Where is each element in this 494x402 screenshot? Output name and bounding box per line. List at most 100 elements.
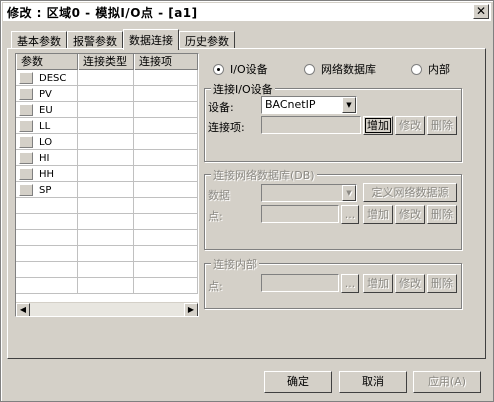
radio-io-device-indicator[interactable] — [213, 63, 224, 75]
column-header-type[interactable]: 连接类型 — [78, 54, 134, 70]
internal-browse-button[interactable]: ... — [341, 274, 359, 293]
item-cell[interactable] — [134, 134, 198, 150]
type-cell[interactable] — [78, 102, 134, 118]
table-row[interactable]: LO — [16, 134, 198, 150]
item-cell[interactable] — [134, 166, 198, 182]
param-cell[interactable]: PV — [16, 86, 78, 102]
param-cell[interactable] — [16, 262, 78, 278]
device-select[interactable]: BACnetIP ▼ — [261, 96, 357, 114]
radio-io-device[interactable]: I/O设备 — [213, 61, 268, 77]
table-row[interactable]: HH — [16, 166, 198, 182]
item-cell[interactable] — [134, 262, 198, 278]
type-cell[interactable] — [78, 134, 134, 150]
db-browse-button[interactable]: ... — [341, 205, 359, 224]
item-cell[interactable] — [134, 214, 198, 230]
radio-network-db[interactable]: 网络数据库 — [304, 61, 376, 77]
tab-basic-params[interactable]: 基本参数 — [11, 31, 67, 49]
item-cell[interactable] — [134, 102, 198, 118]
row-selector[interactable] — [19, 72, 33, 84]
internal-delete-button[interactable]: 删除 — [427, 274, 457, 293]
item-cell[interactable] — [134, 86, 198, 102]
scroll-left-icon[interactable]: ◀ — [16, 303, 30, 316]
param-cell[interactable] — [16, 246, 78, 262]
param-cell[interactable]: HI — [16, 150, 78, 166]
type-cell[interactable] — [78, 166, 134, 182]
horizontal-scrollbar[interactable]: ◀ ▶ — [16, 302, 198, 316]
table-row[interactable] — [16, 278, 198, 294]
param-cell[interactable]: LO — [16, 134, 78, 150]
tab-data-connection[interactable]: 数据连接 — [123, 29, 179, 50]
internal-point-field[interactable] — [261, 274, 339, 292]
db-delete-button[interactable]: 删除 — [427, 205, 457, 224]
table-row[interactable]: DESC — [16, 70, 198, 86]
table-row[interactable] — [16, 230, 198, 246]
apply-button[interactable]: 应用(A) — [413, 371, 481, 393]
table-row[interactable]: HI — [16, 150, 198, 166]
table-row[interactable] — [16, 246, 198, 262]
table-row[interactable] — [16, 198, 198, 214]
param-cell[interactable]: DESC — [16, 70, 78, 86]
type-cell[interactable] — [78, 262, 134, 278]
item-cell[interactable] — [134, 278, 198, 294]
table-row[interactable]: LL — [16, 118, 198, 134]
item-cell[interactable] — [134, 246, 198, 262]
item-cell[interactable] — [134, 198, 198, 214]
chevron-down-icon[interactable]: ▼ — [342, 185, 356, 201]
table-row[interactable] — [16, 262, 198, 278]
type-cell[interactable] — [78, 70, 134, 86]
define-network-source-button[interactable]: 定义网络数据源 — [363, 183, 457, 202]
scroll-right-icon[interactable]: ▶ — [184, 303, 198, 316]
ok-button[interactable]: 确定 — [264, 371, 332, 393]
radio-network-db-indicator[interactable] — [304, 63, 315, 75]
type-cell[interactable] — [78, 150, 134, 166]
tab-history-params[interactable]: 历史参数 — [179, 31, 235, 49]
type-cell[interactable] — [78, 86, 134, 102]
param-cell[interactable]: EU — [16, 102, 78, 118]
row-selector[interactable] — [19, 120, 33, 132]
param-cell[interactable] — [16, 230, 78, 246]
io-add-button[interactable]: 增加 — [363, 116, 393, 135]
row-selector[interactable] — [19, 136, 33, 148]
cancel-button[interactable]: 取消 — [339, 371, 407, 393]
db-data-select[interactable]: ▼ — [261, 184, 357, 202]
db-point-field[interactable] — [261, 205, 339, 223]
db-add-button[interactable]: 增加 — [363, 205, 393, 224]
type-cell[interactable] — [78, 182, 134, 198]
radio-internal-indicator[interactable] — [411, 63, 422, 75]
item-field[interactable] — [261, 116, 361, 134]
param-cell[interactable]: LL — [16, 118, 78, 134]
radio-internal[interactable]: 内部 — [411, 61, 450, 77]
db-modify-button[interactable]: 修改 — [395, 205, 425, 224]
param-cell[interactable] — [16, 198, 78, 214]
row-selector[interactable] — [19, 184, 33, 196]
type-cell[interactable] — [78, 198, 134, 214]
row-selector[interactable] — [19, 88, 33, 100]
table-row[interactable]: PV — [16, 86, 198, 102]
param-cell[interactable] — [16, 278, 78, 294]
item-cell[interactable] — [134, 118, 198, 134]
item-cell[interactable] — [134, 70, 198, 86]
io-delete-button[interactable]: 删除 — [427, 116, 457, 135]
type-cell[interactable] — [78, 214, 134, 230]
type-cell[interactable] — [78, 278, 134, 294]
type-cell[interactable] — [78, 246, 134, 262]
item-cell[interactable] — [134, 182, 198, 198]
row-selector[interactable] — [19, 152, 33, 164]
column-header-param[interactable]: 参数 — [16, 54, 78, 70]
param-cell[interactable] — [16, 214, 78, 230]
item-cell[interactable] — [134, 230, 198, 246]
row-selector[interactable] — [19, 104, 33, 116]
close-button[interactable]: ✕ — [473, 4, 489, 19]
internal-modify-button[interactable]: 修改 — [395, 274, 425, 293]
chevron-down-icon[interactable]: ▼ — [342, 97, 356, 113]
type-cell[interactable] — [78, 230, 134, 246]
column-header-item[interactable]: 连接项 — [134, 54, 198, 70]
io-modify-button[interactable]: 修改 — [395, 116, 425, 135]
table-row[interactable]: EU — [16, 102, 198, 118]
tab-alarm-params[interactable]: 报警参数 — [67, 31, 123, 49]
internal-add-button[interactable]: 增加 — [363, 274, 393, 293]
type-cell[interactable] — [78, 118, 134, 134]
param-cell[interactable]: HH — [16, 166, 78, 182]
table-row[interactable] — [16, 214, 198, 230]
param-cell[interactable]: SP — [16, 182, 78, 198]
